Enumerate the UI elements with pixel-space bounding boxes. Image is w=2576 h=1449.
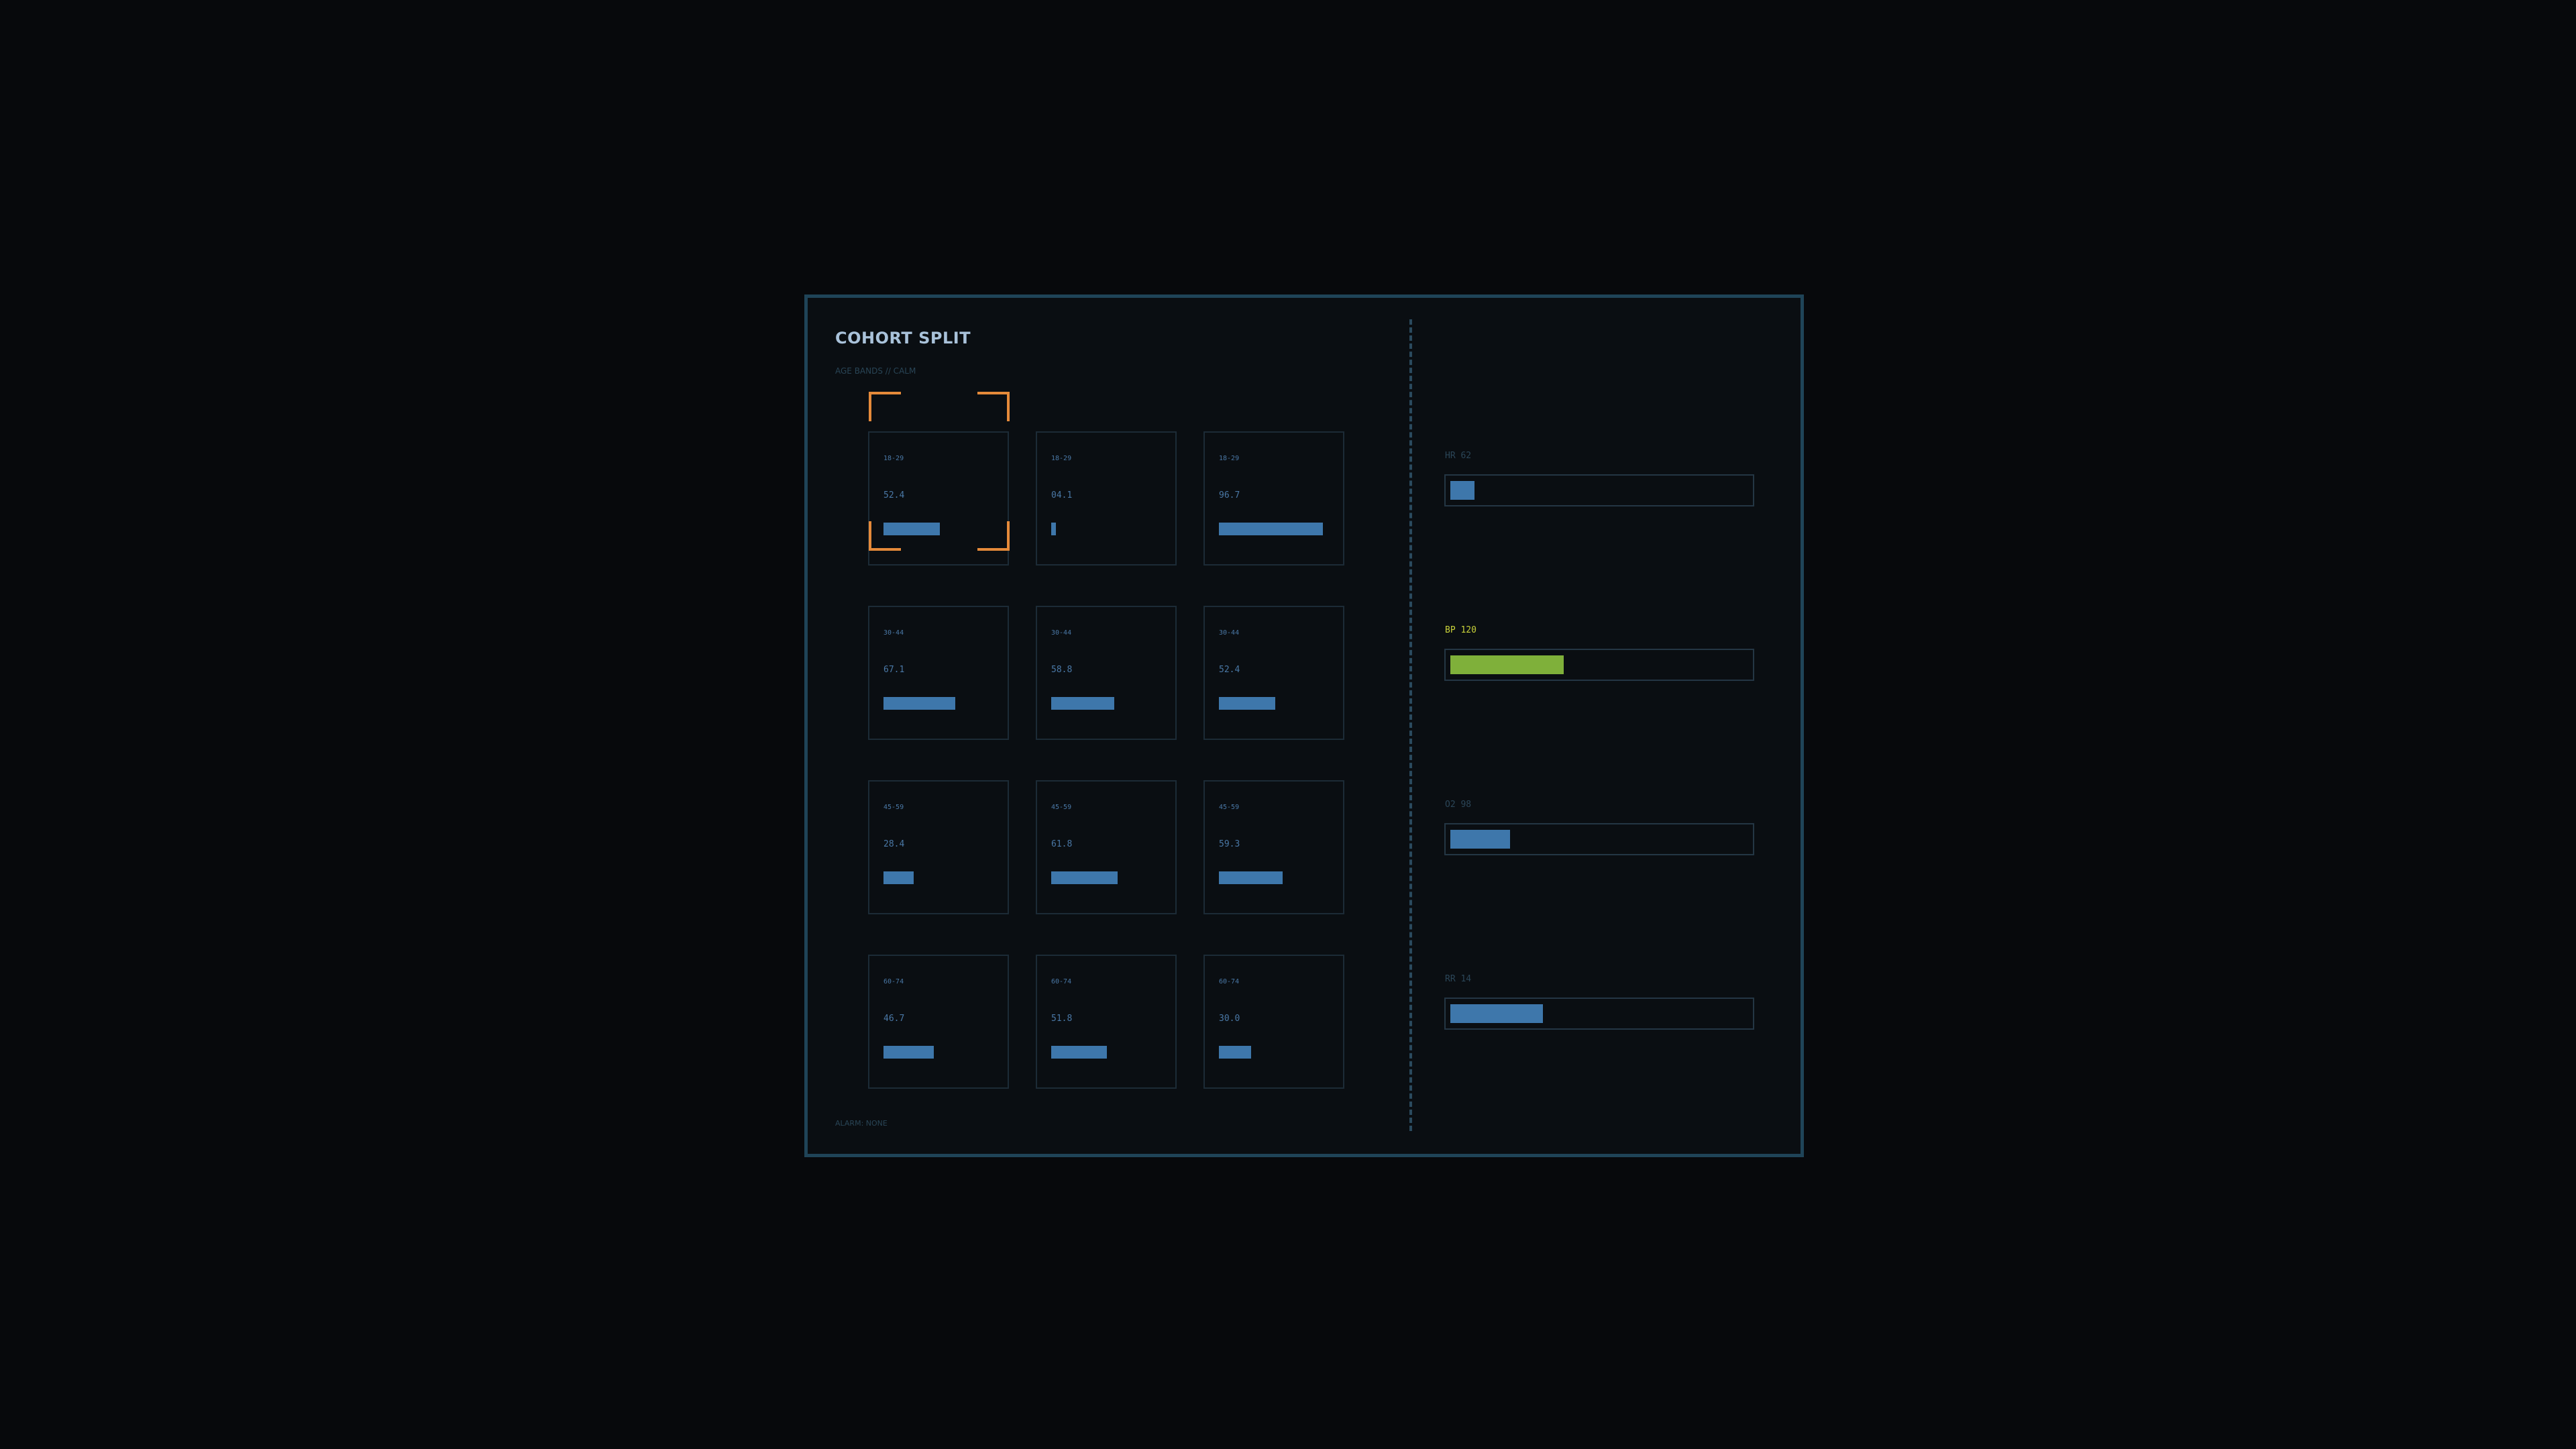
cohort-band-label: 60-74 bbox=[883, 978, 904, 985]
cohort-bar bbox=[883, 697, 955, 710]
cohort-value: 96.7 bbox=[1219, 490, 1240, 500]
focus-bracket-top-left bbox=[869, 392, 901, 421]
cohort-band-label: 60-74 bbox=[1219, 978, 1240, 985]
panel-title: COHORT SPLIT bbox=[835, 329, 971, 347]
cohort-bar bbox=[1219, 871, 1283, 884]
cohort-band-label: 45-59 bbox=[883, 804, 904, 811]
cohort-band-label: 45-59 bbox=[1051, 804, 1072, 811]
cohort-value: 51.8 bbox=[1051, 1014, 1073, 1024]
cohort-value: 52.4 bbox=[883, 490, 905, 500]
vital-meter-fill bbox=[1450, 1004, 1543, 1023]
cohort-value: 04.1 bbox=[1051, 490, 1073, 500]
cohort-split-panel: COHORT SPLIT AGE BANDS // CALM 18-29 52.4… bbox=[804, 294, 1804, 1157]
cohort-value: 46.7 bbox=[883, 1014, 905, 1024]
cohort-value: 67.1 bbox=[883, 665, 905, 675]
cohort-bar bbox=[883, 1046, 934, 1059]
cohort-bar bbox=[1051, 523, 1056, 535]
alarm-status: ALARM: NONE bbox=[835, 1119, 888, 1128]
cohort-cell[interactable]: 30-44 67.1 bbox=[868, 606, 1009, 740]
focus-bracket-bottom-left bbox=[869, 521, 901, 551]
cohort-value: 30.0 bbox=[1219, 1014, 1240, 1024]
vital-meter bbox=[1444, 823, 1754, 855]
cohort-bar bbox=[1219, 1046, 1251, 1059]
cohort-bar bbox=[1051, 871, 1118, 884]
cohort-value: 59.3 bbox=[1219, 839, 1240, 849]
cohort-bar bbox=[1051, 1046, 1107, 1059]
vital-label: HR 62 bbox=[1445, 451, 1472, 461]
cohort-bar bbox=[1219, 523, 1323, 535]
vital-label: RR 14 bbox=[1445, 974, 1472, 984]
vital-label: BP 120 bbox=[1445, 625, 1477, 635]
cohort-cell[interactable]: 30-44 58.8 bbox=[1036, 606, 1177, 740]
vital-meter-fill bbox=[1450, 481, 1474, 500]
focus-bracket-bottom-right bbox=[977, 521, 1010, 551]
cohort-cell[interactable]: 60-74 51.8 bbox=[1036, 955, 1177, 1089]
cohort-bar bbox=[1219, 697, 1275, 710]
vital-meter bbox=[1444, 474, 1754, 506]
cohort-cell[interactable]: 45-59 59.3 bbox=[1203, 780, 1344, 914]
cohort-value: 28.4 bbox=[883, 839, 905, 849]
vital-meter-fill bbox=[1450, 830, 1510, 849]
cohort-band-label: 60-74 bbox=[1051, 978, 1072, 985]
cohort-cell[interactable]: 45-59 61.8 bbox=[1036, 780, 1177, 914]
cohort-cell[interactable]: 60-74 30.0 bbox=[1203, 955, 1344, 1089]
cohort-cell[interactable]: 30-44 52.4 bbox=[1203, 606, 1344, 740]
cohort-band-label: 30-44 bbox=[1219, 629, 1240, 637]
focus-bracket-top-right bbox=[977, 392, 1010, 421]
vital-meter bbox=[1444, 998, 1754, 1030]
cohort-cell[interactable]: 60-74 46.7 bbox=[868, 955, 1009, 1089]
cohort-cell[interactable]: 18-29 96.7 bbox=[1203, 431, 1344, 566]
cohort-band-label: 45-59 bbox=[1219, 804, 1240, 811]
panel-subtitle: AGE BANDS // CALM bbox=[835, 366, 916, 376]
panel-divider bbox=[1409, 319, 1412, 1131]
cohort-value: 61.8 bbox=[1051, 839, 1073, 849]
vital-meter-fill bbox=[1450, 655, 1564, 674]
cohort-cell[interactable]: 45-59 28.4 bbox=[868, 780, 1009, 914]
vital-label: O2 98 bbox=[1445, 800, 1472, 810]
cohort-value: 52.4 bbox=[1219, 665, 1240, 675]
cohort-band-label: 18-29 bbox=[1051, 455, 1072, 462]
cohort-band-label: 30-44 bbox=[883, 629, 904, 637]
cohort-bar bbox=[1051, 697, 1114, 710]
vital-meter bbox=[1444, 649, 1754, 681]
cohort-value: 58.8 bbox=[1051, 665, 1073, 675]
cohort-band-label: 18-29 bbox=[883, 455, 904, 462]
cohort-cell[interactable]: 18-29 04.1 bbox=[1036, 431, 1177, 566]
cohort-bar bbox=[883, 871, 914, 884]
cohort-band-label: 18-29 bbox=[1219, 455, 1240, 462]
cohort-band-label: 30-44 bbox=[1051, 629, 1072, 637]
